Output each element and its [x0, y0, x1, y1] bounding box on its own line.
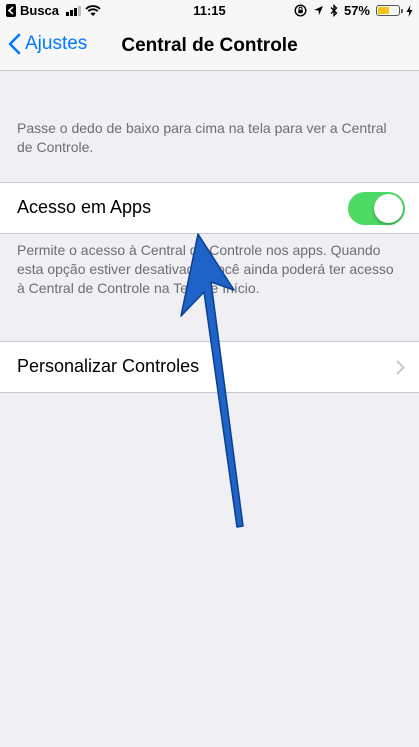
navigation-bar: Ajustes Central de Controle [0, 22, 419, 71]
battery-percent: 57% [343, 3, 370, 18]
battery-icon [376, 5, 403, 16]
battery-level-fill [378, 7, 390, 14]
bluetooth-icon [330, 4, 338, 17]
customize-controls-label: Personalizar Controles [17, 356, 200, 376]
access-in-apps-toggle[interactable] [348, 192, 405, 225]
access-footer-text: Permite o acesso à Central de Controle n… [17, 242, 394, 296]
chevron-right-icon [396, 360, 405, 375]
orientation-lock-icon [294, 4, 307, 17]
location-icon [313, 6, 323, 15]
access-in-apps-row: Acesso em Apps [0, 182, 419, 234]
customize-controls-row[interactable]: Personalizar Controles [0, 341, 419, 393]
toggle-knob [374, 194, 403, 223]
access-in-apps-label: Acesso em Apps [17, 197, 152, 217]
charging-icon [406, 4, 413, 17]
status-right: 57% [294, 3, 413, 18]
status-bar: Busca 11:15 57% [0, 0, 419, 22]
page-title: Central de Controle [121, 35, 298, 56]
intro-text: Passe o dedo de baixo para cima na tela … [17, 120, 387, 155]
